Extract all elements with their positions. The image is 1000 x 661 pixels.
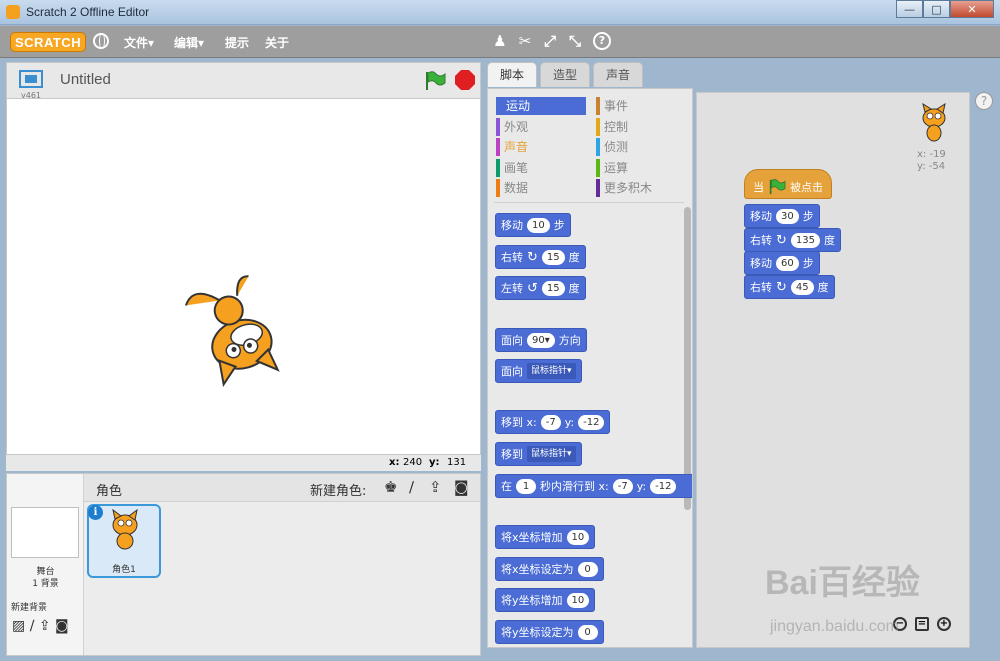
backdrop-tools: ▨ ∕ ⇪ ◙ — [12, 618, 69, 634]
x-value: 240 — [403, 457, 423, 468]
script-move-1[interactable]: 移动 30 步 — [744, 204, 820, 228]
category-more-blocks[interactable]: 更多积木 — [596, 179, 652, 197]
turn-right-icon: ↻ — [776, 279, 787, 295]
close-button[interactable]: ✕ — [950, 0, 994, 18]
palette-scrollbar[interactable] — [684, 207, 691, 510]
stop-sign-icon[interactable] — [455, 70, 475, 90]
maximize-button[interactable]: □ — [923, 0, 950, 18]
block-change-x[interactable]: 将x坐标增加 10 — [495, 525, 596, 549]
block-change-y[interactable]: 将y坐标增加 10 — [495, 588, 596, 612]
tab-scripts[interactable]: 脚本 — [487, 62, 538, 87]
category-motion[interactable]: 运动 — [496, 97, 586, 115]
block-help-icon[interactable]: ? — [593, 32, 611, 50]
current-sprite-cat — [922, 103, 946, 142]
category-looks[interactable]: 外观 — [496, 118, 528, 136]
upload-sprite-icon[interactable]: ⇪ — [429, 478, 442, 496]
block-turn-right[interactable]: 右转 ↻ 15 度 — [495, 245, 586, 269]
scratch-cat-sprite[interactable] — [169, 267, 289, 387]
backdrop-count: 1 背景 — [32, 579, 59, 589]
block-turn-left[interactable]: 左转 ↺ 15 度 — [495, 276, 586, 300]
new-sprite-label: 新建角色: — [310, 484, 367, 499]
language-globe-icon[interactable] — [93, 33, 109, 49]
presentation-mode-icon[interactable] — [19, 70, 43, 88]
shrink-icon[interactable]: ⤡ — [566, 32, 584, 50]
window-controls: — □ ✕ — [896, 0, 994, 19]
help-question-icon[interactable]: ? — [975, 92, 993, 110]
sprite-thumb-cat — [112, 509, 138, 550]
category-sensing[interactable]: 侦测 — [596, 138, 628, 156]
sprite-tile[interactable]: i 角色1 — [87, 504, 161, 578]
category-data[interactable]: 数据 — [496, 179, 528, 197]
block-set-y[interactable]: 将y坐标设定为 0 — [495, 620, 604, 644]
baidu-watermark-url: jingyan.baidu.com — [770, 618, 899, 635]
grow-icon[interactable]: ⤢ — [541, 32, 559, 50]
camera-sprite-icon[interactable]: ◙ — [454, 478, 469, 496]
category-divider — [494, 202, 684, 203]
window-titlebar: Scratch 2 Offline Editor — □ ✕ — [0, 0, 1000, 25]
hat-green-flag-icon — [769, 179, 786, 195]
menu-bar: SCRATCH 文件▾ 编辑▾ 提示 关于 ♟ ✂ ⤢ ⤡ ? — [0, 26, 1000, 58]
stage-thumbnail[interactable] — [11, 507, 79, 558]
stage-column: 舞台 1 背景 新建背景 ▨ ∕ ⇪ ◙ — [7, 474, 84, 655]
paint-landscape-icon[interactable]: ▨ — [12, 618, 25, 634]
duplicate-stamp-icon[interactable]: ♟ — [491, 32, 509, 50]
block-point-towards[interactable]: 面向 鼠标指针▾ — [495, 359, 582, 383]
script-move-2[interactable]: 移动 60 步 — [744, 251, 820, 275]
turn-left-icon: ↺ — [527, 280, 538, 296]
editor-tabs: 脚本 造型 声音 — [487, 62, 646, 88]
scratch-app-icon — [6, 5, 20, 19]
script-turn-right-1[interactable]: 右转 ↻ 135 度 — [744, 228, 841, 252]
project-title[interactable]: Untitled — [60, 71, 111, 88]
sprites-label: 角色 — [96, 484, 123, 499]
turn-right-icon: ↻ — [527, 249, 538, 265]
paintbrush-icon[interactable]: ∕ — [30, 618, 35, 634]
x-label: x: — [389, 457, 400, 468]
tab-sounds[interactable]: 声音 — [593, 62, 644, 87]
menu-about[interactable]: 关于 — [265, 34, 289, 51]
block-goto-xy[interactable]: 移到 x: -7 y: -12 — [495, 410, 611, 434]
block-goto[interactable]: 移到 鼠标指针▾ — [495, 442, 582, 466]
sprites-panel: 舞台 1 背景 新建背景 ▨ ∕ ⇪ ◙ 角色 新建角色: ♚ ∕ ⇪ ◙ i … — [6, 473, 481, 656]
minimize-button[interactable]: — — [896, 0, 923, 18]
category-operators[interactable]: 运算 — [596, 159, 628, 177]
category-events[interactable]: 事件 — [596, 97, 628, 115]
delete-scissors-icon[interactable]: ✂ — [516, 32, 534, 50]
script-turn-right-2[interactable]: 右转 ↻ 45 度 — [744, 275, 835, 299]
green-flag-icon[interactable] — [424, 71, 446, 91]
y-label: y: — [429, 457, 440, 468]
stage-header: v461 Untitled — [6, 62, 481, 100]
block-glide[interactable]: 在 1 秒内滑行到 x: -7 y: -12 — [495, 474, 692, 498]
category-sound[interactable]: 声音 — [496, 138, 528, 156]
blocks-palette: 运动 外观 声音 画笔 数据 事件 控制 侦测 运算 更多积木 移动 10 步 右转… — [487, 88, 693, 648]
info-icon[interactable]: i — [88, 505, 103, 520]
hat-when-flag-clicked[interactable]: 当 被点击 — [744, 169, 832, 199]
sprite-name: 角色1 — [112, 565, 136, 575]
choose-sprite-icon[interactable]: ♚ — [384, 478, 397, 496]
new-backdrop-label: 新建背景 — [11, 603, 48, 613]
menu-edit[interactable]: 编辑▾ — [174, 34, 204, 51]
tab-costumes[interactable]: 造型 — [540, 62, 591, 87]
camera-icon[interactable]: ◙ — [55, 618, 69, 634]
baidu-watermark: Bai百经验 — [765, 564, 920, 602]
menu-file[interactable]: 文件▾ — [124, 34, 154, 51]
paint-sprite-icon[interactable]: ∕ — [409, 478, 414, 496]
category-control[interactable]: 控制 — [596, 118, 628, 136]
menu-tips[interactable]: 提示 — [225, 34, 249, 51]
scratch-logo[interactable]: SCRATCH — [10, 32, 87, 52]
mouse-coordinates: x: 240 y: 131 — [6, 455, 481, 471]
category-pen[interactable]: 画笔 — [496, 159, 528, 177]
upload-icon[interactable]: ⇪ — [39, 618, 51, 634]
zoom-in-icon[interactable]: + — [937, 617, 951, 631]
turn-right-icon: ↻ — [776, 232, 787, 248]
y-value: 131 — [447, 457, 467, 468]
block-set-x[interactable]: 将x坐标设定为 0 — [495, 557, 604, 581]
block-point-direction[interactable]: 面向 90▾ 方向 — [495, 328, 587, 352]
stage-canvas[interactable] — [6, 98, 481, 455]
zoom-reset-icon[interactable]: = — [915, 617, 929, 631]
window-title: Scratch 2 Offline Editor — [26, 5, 150, 19]
sprites-header: 角色 新建角色: ♚ ∕ ⇪ ◙ — [84, 474, 480, 502]
sprite-y-position: y: -54 — [917, 161, 946, 172]
block-move-steps[interactable]: 移动 10 步 — [495, 213, 571, 237]
sprite-x-position: x: -19 — [917, 149, 946, 160]
